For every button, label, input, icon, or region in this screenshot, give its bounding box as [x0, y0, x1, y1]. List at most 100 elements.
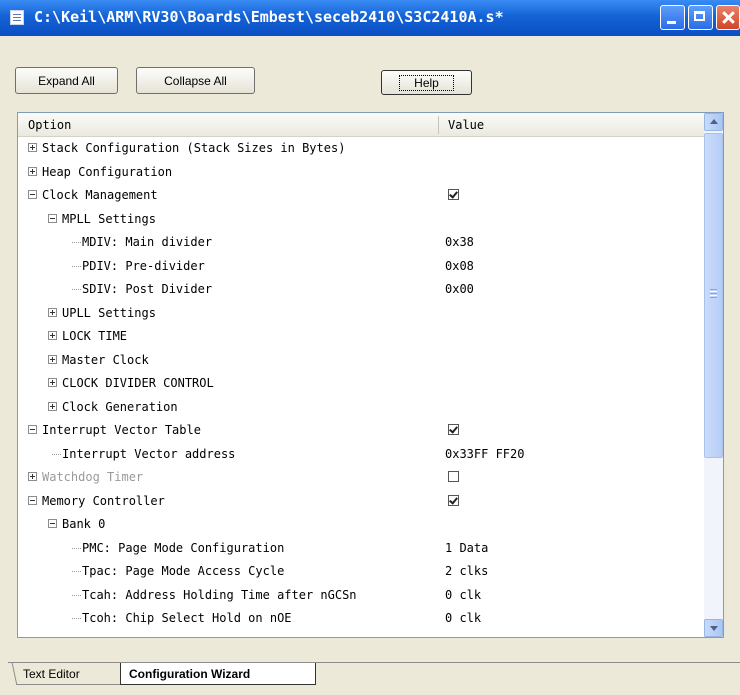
- tree-row[interactable]: CLOCK DIVIDER CONTROL: [18, 372, 704, 396]
- expand-icon[interactable]: [48, 401, 57, 411]
- tree-row[interactable]: LOCK TIME: [18, 325, 704, 349]
- tree-row[interactable]: SDIV: Post Divider 0x00: [18, 278, 704, 302]
- tree-row-value[interactable]: 1 Data: [445, 541, 488, 555]
- tree-connector-line: [72, 547, 81, 549]
- scroll-up-button[interactable]: [704, 113, 723, 131]
- collapse-all-button[interactable]: Collapse All: [136, 67, 255, 94]
- scroll-down-button[interactable]: [704, 619, 723, 637]
- tree-row[interactable]: Stack Configuration (Stack Sizes in Byte…: [18, 137, 704, 161]
- tree-row[interactable]: Memory Controller: [18, 490, 704, 514]
- option-column-header[interactable]: Option: [28, 118, 71, 132]
- enable-checkbox[interactable]: [448, 424, 459, 435]
- expand-icon[interactable]: [28, 472, 37, 481]
- maximize-button[interactable]: [688, 5, 713, 30]
- tree-row-label: LOCK TIME: [62, 329, 128, 343]
- tree-row-value[interactable]: 0x33FF FF20: [445, 447, 524, 461]
- tree-row-value[interactable]: 0x08: [445, 259, 474, 273]
- tree-connector-line: [72, 618, 81, 619]
- collapse-icon[interactable]: [48, 213, 57, 223]
- tree-row-label: Heap Configuration: [42, 164, 173, 179]
- column-header: Option Value: [18, 113, 704, 137]
- tree-row-label: Tcah: Address Holding Time after nGCSn: [82, 587, 357, 602]
- expand-icon[interactable]: [28, 166, 37, 176]
- options-tree[interactable]: Option Value Stack Configuration (Stack …: [17, 112, 724, 638]
- tree-row[interactable]: MDIV: Main divider 0x38: [18, 231, 704, 255]
- tree-row[interactable]: Heap Configuration: [18, 161, 704, 185]
- help-button[interactable]: Help: [381, 70, 472, 95]
- tree-rows: Stack Configuration (Stack Sizes in Byte…: [18, 137, 704, 637]
- tree-row-label: Interrupt Vector address: [62, 446, 236, 461]
- tree-row[interactable]: UPLL Settings: [18, 302, 704, 326]
- tree-row[interactable]: Tcoh: Chip Select Hold on nOE 0 clk: [18, 607, 704, 631]
- tree-row-label: Tpac: Page Mode Access Cycle: [82, 564, 285, 578]
- tree-connector-line: [72, 265, 81, 267]
- tree-row-value[interactable]: 0x38: [445, 235, 474, 249]
- tree-connector-line: [52, 453, 61, 455]
- tree-row-value[interactable]: 0 clk: [445, 611, 481, 625]
- document-icon: [10, 10, 24, 25]
- enable-checkbox[interactable]: [448, 494, 459, 506]
- collapse-icon[interactable]: [48, 519, 57, 528]
- expand-icon[interactable]: [48, 354, 57, 364]
- expand-icon[interactable]: [48, 307, 57, 317]
- minimize-button[interactable]: [660, 5, 685, 30]
- tree-row-label: PDIV: Pre-divider: [82, 258, 205, 273]
- tree-row[interactable]: Interrupt Vector address 0x33FF FF20: [18, 443, 704, 467]
- help-button-label: Help: [399, 74, 454, 91]
- tree-row-label: Master Clock: [62, 352, 149, 367]
- tree-row[interactable]: PMC: Page Mode Configuration 1 Data: [18, 537, 704, 561]
- tree-connector-line: [72, 289, 81, 290]
- tree-connector-line: [72, 594, 81, 596]
- tab-configuration-wizard-label: Configuration Wizard: [129, 666, 251, 681]
- tree-row-label: MDIV: Main divider: [82, 235, 213, 249]
- tree-row[interactable]: Master Clock: [18, 349, 704, 373]
- tree-row-label: Stack Configuration (Stack Sizes in Byte…: [42, 141, 346, 155]
- tree-row-label: MPLL Settings: [62, 211, 156, 226]
- expand-icon[interactable]: [48, 378, 57, 387]
- tree-row-label: Clock Management: [42, 188, 158, 202]
- tree-row[interactable]: PDIV: Pre-divider 0x08: [18, 255, 704, 279]
- collapse-icon[interactable]: [28, 190, 37, 199]
- tree-row-label: Tcoh: Chip Select Hold on nOE: [82, 611, 292, 625]
- close-button[interactable]: [716, 5, 740, 30]
- expand-icon[interactable]: [48, 331, 57, 340]
- tree-row[interactable]: Tpac: Page Mode Access Cycle 2 clks: [18, 560, 704, 584]
- collapse-icon[interactable]: [28, 425, 37, 434]
- tree-row[interactable]: Tcah: Address Holding Time after nGCSn 0 …: [18, 584, 704, 608]
- title-bar[interactable]: C:\Keil\ARM\RV30\Boards\Embest\seceb2410…: [0, 0, 740, 36]
- tree-row-label: CLOCK DIVIDER CONTROL: [62, 376, 214, 390]
- tree-row-label: Clock Generation: [62, 399, 178, 414]
- tree-row-label: Interrupt Vector Table: [42, 423, 201, 437]
- tree-row-value[interactable]: 0x00: [445, 282, 474, 296]
- tree-row[interactable]: Watchdog Timer: [18, 466, 704, 490]
- collapse-icon[interactable]: [28, 495, 37, 505]
- tree-row-label: PMC: Page Mode Configuration: [82, 540, 285, 555]
- tree-row-label: SDIV: Post Divider: [82, 282, 213, 296]
- tree-row-label: Watchdog Timer: [42, 470, 144, 484]
- vertical-scrollbar[interactable]: [704, 113, 723, 637]
- tree-row-value[interactable]: 2 clks: [445, 564, 488, 578]
- tree-row-label: Memory Controller: [42, 493, 165, 508]
- expand-icon[interactable]: [28, 143, 37, 152]
- enable-checkbox[interactable]: [448, 189, 459, 200]
- tab-text-editor[interactable]: Text Editor: [11, 663, 125, 685]
- tab-configuration-wizard[interactable]: Configuration Wizard: [120, 663, 316, 685]
- scroll-thumb[interactable]: [704, 133, 723, 458]
- tree-row-label: Bank 0: [62, 517, 106, 531]
- expand-all-button[interactable]: Expand All: [15, 67, 118, 94]
- tree-row[interactable]: Clock Generation: [18, 396, 704, 420]
- tree-connector-line: [72, 242, 81, 243]
- tree-connector-line: [72, 571, 81, 572]
- tree-row[interactable]: Clock Management: [18, 184, 704, 208]
- config-wizard-window: C:\Keil\ARM\RV30\Boards\Embest\seceb2410…: [0, 0, 740, 695]
- tree-row-value[interactable]: 0 clk: [445, 588, 481, 602]
- window-title: C:\Keil\ARM\RV30\Boards\Embest\seceb2410…: [34, 8, 504, 26]
- tree-row-label: UPLL Settings: [62, 305, 156, 320]
- tree-row[interactable]: Bank 0: [18, 513, 704, 537]
- value-column-header[interactable]: Value: [448, 118, 484, 132]
- tab-text-editor-label: Text Editor: [22, 666, 80, 681]
- tree-row[interactable]: Interrupt Vector Table: [18, 419, 704, 443]
- tree-row[interactable]: MPLL Settings: [18, 208, 704, 232]
- column-separator[interactable]: [438, 116, 439, 134]
- enable-checkbox[interactable]: [448, 471, 459, 482]
